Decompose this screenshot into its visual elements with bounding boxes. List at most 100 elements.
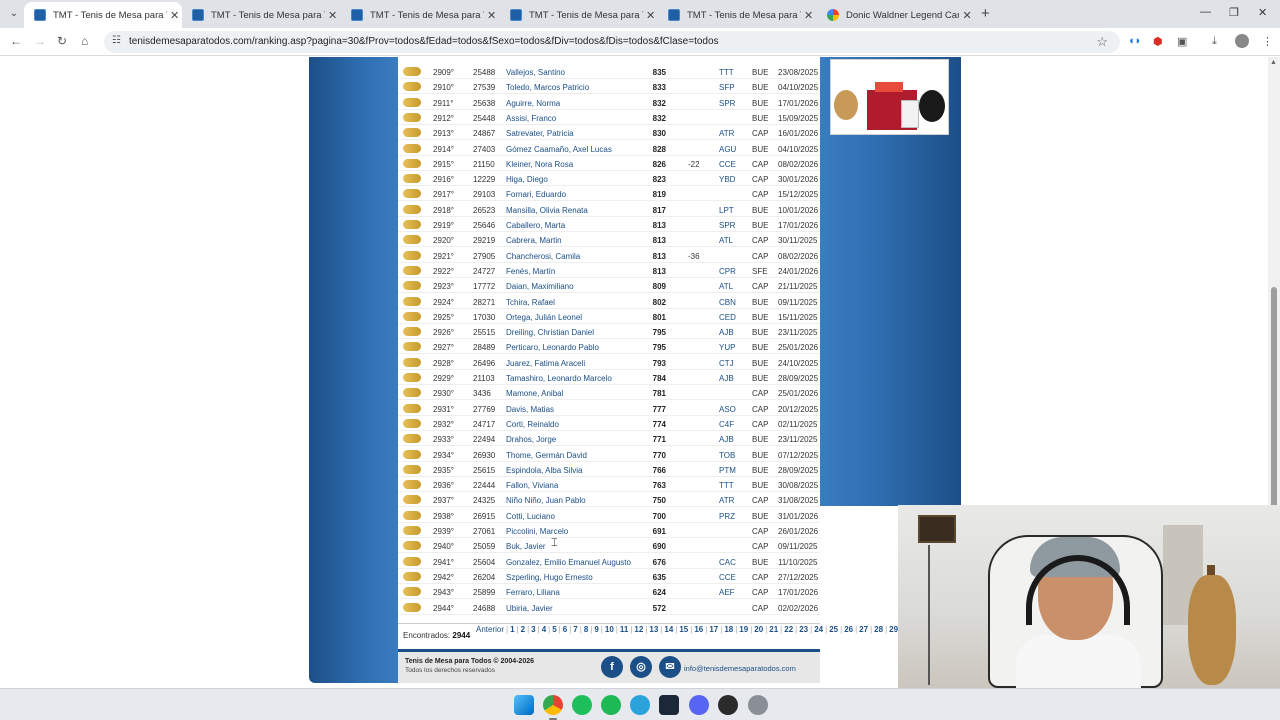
browser-tab[interactable]: TMT - Tenis de Mesa para Todos✕ <box>658 2 816 28</box>
player-name-link[interactable]: Daian, Maximiliano <box>506 282 574 291</box>
new-tab-button[interactable]: + <box>981 5 990 22</box>
club-link[interactable]: ATL <box>719 236 733 245</box>
profile-avatar[interactable] <box>1235 34 1249 48</box>
club-link[interactable]: AJB <box>719 328 734 337</box>
page-link[interactable]: 12 <box>634 625 643 634</box>
player-name-link[interactable]: Assisi, Franco <box>506 114 556 123</box>
extension-shield-icon[interactable]: ⬢ <box>1153 35 1163 48</box>
page-link[interactable]: 1 <box>510 625 514 634</box>
chrome-app-icon[interactable] <box>543 695 563 715</box>
player-name-link[interactable]: Tchira, Rafael <box>506 298 555 307</box>
player-name-link[interactable]: Higa, Diego <box>506 175 548 184</box>
extensions-puzzle-icon[interactable]: ▣ <box>1177 35 1187 48</box>
browser-tab[interactable]: TMT - Tenis de Mesa para Todos✕ <box>341 2 499 28</box>
home-icon[interactable]: ⌂ <box>81 34 88 48</box>
page-link[interactable]: 15 <box>679 625 688 634</box>
player-name-link[interactable]: Fornari, Eduardo <box>506 190 566 199</box>
page-link[interactable]: 9 <box>594 625 598 634</box>
telegram-app-icon[interactable] <box>630 695 650 715</box>
club-link[interactable]: TTT <box>719 481 734 490</box>
obs-app-icon[interactable] <box>718 695 738 715</box>
club-link[interactable]: PTM <box>719 466 736 475</box>
player-name-link[interactable]: Toledo, Marcos Patricio <box>506 83 589 92</box>
player-name-link[interactable]: Tamashiro, Leonardo Marcelo <box>506 374 612 383</box>
reload-icon[interactable]: ↻ <box>57 34 67 48</box>
player-name-link[interactable]: Cotti, Luciano <box>506 512 555 521</box>
player-name-link[interactable]: Juarez, Fatima Araceli <box>506 359 585 368</box>
maximize-icon[interactable]: ❐ <box>1229 6 1239 19</box>
player-name-link[interactable]: Corti, Reinaldo <box>506 420 559 429</box>
spotify-app-icon[interactable] <box>601 695 621 715</box>
club-link[interactable]: YBD <box>719 175 735 184</box>
club-link[interactable]: C4F <box>719 420 734 429</box>
browser-tab[interactable]: TMT - Tenis de Mesa para Todos✕ <box>24 2 182 28</box>
page-link[interactable]: 14 <box>664 625 673 634</box>
player-name-link[interactable]: Espindola, Alba Silvia <box>506 466 583 475</box>
club-link[interactable]: AJB <box>719 374 734 383</box>
page-link[interactable]: 10 <box>605 625 614 634</box>
player-name-link[interactable]: Ferraro, Liliana <box>506 588 560 597</box>
club-link[interactable]: CAC <box>719 558 736 567</box>
facebook-icon[interactable]: f <box>601 656 623 678</box>
extension-audio-icon[interactable]: ◖◗ <box>1128 35 1141 47</box>
back-icon[interactable]: ← <box>10 34 22 48</box>
page-link[interactable]: 5 <box>552 625 556 634</box>
forward-icon[interactable]: → <box>34 34 46 48</box>
club-link[interactable]: ASO <box>719 405 736 414</box>
player-name-link[interactable]: Cabrera, Martin <box>506 236 562 245</box>
page-link[interactable]: 3 <box>531 625 535 634</box>
player-name-link[interactable]: Piccolini, Marcelo <box>506 527 568 536</box>
player-name-link[interactable]: Drahos, Jorge <box>506 435 556 444</box>
club-link[interactable]: AJB <box>719 435 734 444</box>
whatsapp-app-icon[interactable] <box>572 695 592 715</box>
club-link[interactable]: ATR <box>719 496 734 505</box>
player-name-link[interactable]: Thome, Germán David <box>506 451 587 460</box>
player-name-link[interactable]: Aguirre, Norma <box>506 99 560 108</box>
club-link[interactable]: AGU <box>719 145 736 154</box>
page-link[interactable]: 13 <box>649 625 658 634</box>
club-link[interactable]: PRZ <box>719 512 735 521</box>
downloads-icon[interactable]: ⤓ <box>1212 35 1217 48</box>
tab-close-icon[interactable]: ✕ <box>959 9 975 22</box>
address-bar[interactable]: ☷ tenisdemesaparatodos.com/ranking.asp?p… <box>104 31 1120 53</box>
page-link[interactable]: 24 <box>814 625 823 634</box>
page-link[interactable]: 19 <box>739 625 748 634</box>
club-link[interactable]: TTT <box>719 68 734 77</box>
club-link[interactable]: CCE <box>719 573 736 582</box>
page-link[interactable]: 6 <box>563 625 567 634</box>
club-link[interactable]: YUP <box>719 343 735 352</box>
page-link[interactable]: 23 <box>799 625 808 634</box>
minimize-icon[interactable]: — <box>1200 6 1211 18</box>
product-ad-image[interactable] <box>830 59 949 135</box>
email-icon[interactable]: ✉ <box>659 656 681 678</box>
page-link[interactable]: 21 <box>769 625 778 634</box>
page-link[interactable]: 2 <box>521 625 525 634</box>
page-link[interactable]: 18 <box>724 625 733 634</box>
player-name-link[interactable]: Niño Niño, Juan Pablo <box>506 496 586 505</box>
player-name-link[interactable]: Vallejos, Santino <box>506 68 565 77</box>
page-link[interactable]: 16 <box>694 625 703 634</box>
player-name-link[interactable]: Davis, Matias <box>506 405 554 414</box>
player-name-link[interactable]: Mamone, Anibal <box>506 389 563 398</box>
club-link[interactable]: SFP <box>719 83 735 92</box>
scroll-up-icon[interactable]: ▲ <box>1270 59 1277 66</box>
player-name-link[interactable]: Gonzalez, Emilio Emanuel Augusto <box>506 558 631 567</box>
page-link[interactable]: 8 <box>584 625 588 634</box>
browser-tab[interactable]: TMT - Tenis de Mesa para Todos✕ <box>500 2 658 28</box>
site-info-icon[interactable]: ☷ <box>112 35 121 46</box>
tab-search-menu-icon[interactable]: ⌄ <box>6 6 22 22</box>
player-name-link[interactable]: Caballero, Marta <box>506 221 565 230</box>
player-name-link[interactable]: Szperling, Hugo Ernesto <box>506 573 593 582</box>
player-name-link[interactable]: Buk, Javier <box>506 542 546 551</box>
page-link[interactable]: 17 <box>709 625 718 634</box>
player-name-link[interactable]: Dreiling, Christian Daniel <box>506 328 594 337</box>
steam-app-icon[interactable] <box>659 695 679 715</box>
browser-tab[interactable]: TMT - Tenis de Mesa para Todos✕ <box>182 2 340 28</box>
tab-close-icon[interactable]: ✕ <box>643 9 658 22</box>
tab-close-icon[interactable]: ✕ <box>484 9 499 22</box>
windows-start-icon[interactable] <box>514 695 534 715</box>
tab-close-icon[interactable]: ✕ <box>167 9 182 22</box>
tab-close-icon[interactable]: ✕ <box>801 9 816 22</box>
tab-close-icon[interactable]: ✕ <box>325 9 340 22</box>
page-link[interactable]: 26 <box>844 625 853 634</box>
